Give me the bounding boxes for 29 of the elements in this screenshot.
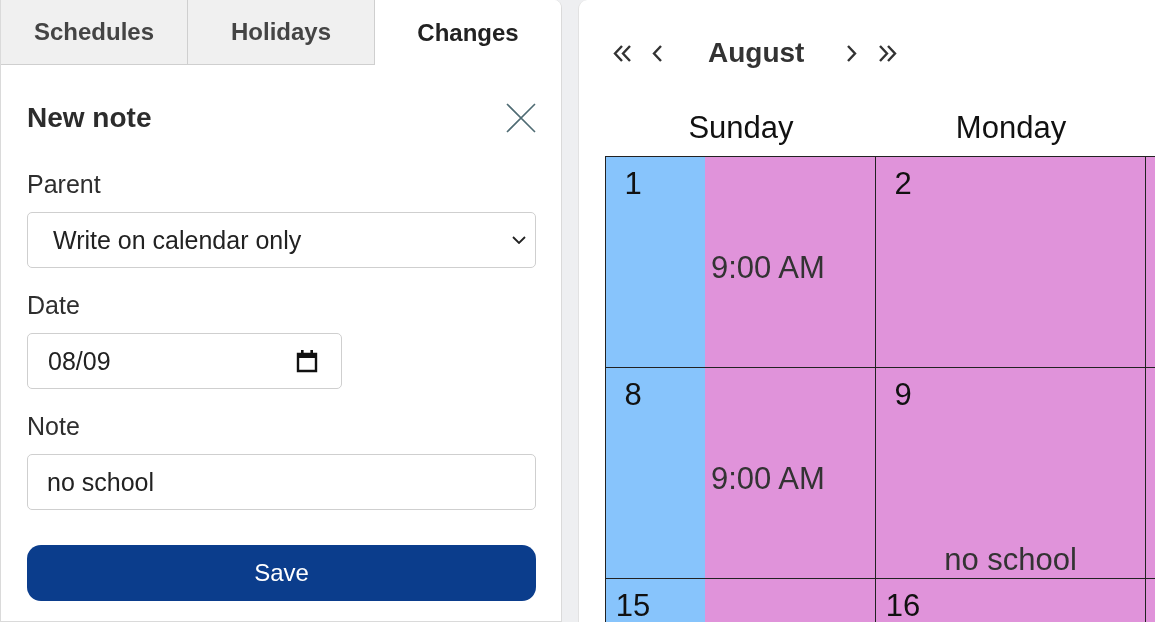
tab[interactable]: Schedules (1, 0, 188, 65)
event-time: 9:00 AM (711, 250, 825, 286)
chevron-left-icon[interactable] (651, 44, 663, 62)
day-note: no school (944, 542, 1077, 578)
double-chevron-right-icon[interactable] (878, 44, 899, 62)
weekday-header: Sunday (687, 110, 795, 146)
chevron-down-icon (512, 236, 526, 244)
day-number: 1 (623, 166, 643, 202)
field-label: Parent (27, 169, 101, 199)
day-number: 9 (893, 377, 913, 413)
tab[interactable]: Holidays (188, 0, 375, 65)
calendar-icon[interactable] (296, 349, 318, 373)
day-number: 15 (614, 588, 652, 622)
weekday-header: Monday (954, 110, 1068, 146)
day-number: 16 (884, 588, 922, 622)
parent-select[interactable]: Write on calendar only (27, 212, 536, 268)
field-label: Date (27, 290, 80, 320)
day-number: 8 (623, 377, 643, 413)
save-button[interactable]: Save (27, 545, 536, 601)
field-label: Note (27, 411, 80, 441)
event-time: 9:00 AM (711, 461, 825, 497)
double-chevron-left-icon[interactable] (612, 44, 632, 62)
month-title: August (708, 36, 805, 70)
form-title: New note (27, 101, 152, 135)
note-input[interactable]: no school (27, 454, 536, 510)
day-number: 2 (893, 166, 913, 202)
chevron-right-icon[interactable] (846, 44, 859, 62)
date-input[interactable]: 08/09 (27, 333, 342, 389)
close-icon[interactable] (506, 103, 536, 133)
